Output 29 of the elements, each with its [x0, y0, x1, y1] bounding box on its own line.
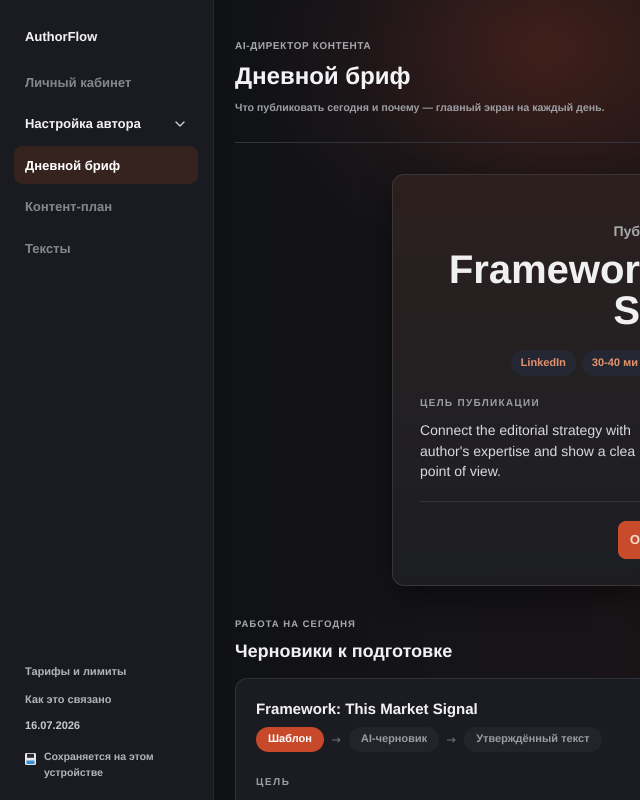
nav-item[interactable]: Тексты	[14, 229, 198, 267]
page-subtitle: Что публиковать сегодня и почему — главный экран на каждый день.	[235, 102, 605, 115]
brief-title: Framewor S	[448, 250, 640, 332]
stage-step: Утверждённый текст	[464, 727, 602, 752]
brand-name: AuthorFlow	[25, 29, 98, 45]
footer-link[interactable]: Тарифы и лимиты	[25, 665, 126, 679]
goal-label: ЦЕЛЬ	[256, 777, 291, 789]
date-text: 16.07.2026	[25, 719, 80, 733]
arrow-right-icon	[447, 736, 456, 742]
page-title: Дневной бриф	[235, 63, 411, 91]
section-eyebrow: РАБОТА НА СЕГОДНЯ	[235, 619, 356, 631]
stage-step: Шаблон	[256, 727, 324, 752]
section-title: Черновики к подготовке	[235, 640, 452, 662]
footer-link[interactable]: Как это связано	[25, 693, 112, 707]
goal-text: Connect the editorial strategy with author's expertise and show a clea point of view.	[420, 421, 636, 481]
save-note: Сохраняется на этом устройстве	[44, 750, 155, 781]
nav-item[interactable]: Личный кабинет	[14, 63, 198, 101]
nav-item[interactable]: Настройка автора	[14, 104, 198, 142]
brief-tag: LinkedIn	[510, 350, 576, 376]
nav-item[interactable]: Контент-план	[14, 188, 198, 226]
goal-label: ЦЕЛЬ ПУБЛИКАЦИИ	[420, 398, 540, 410]
brief-eyebrow: Пуб	[614, 223, 640, 240]
draft-title: Framework: This Market Signal	[256, 700, 478, 719]
nav-item[interactable]: Дневной бриф	[14, 146, 198, 184]
action-button[interactable]: О	[618, 520, 640, 558]
brief-tag: 30-40 ми	[582, 350, 640, 376]
arrow-right-icon	[332, 736, 341, 742]
section-eyebrow: AI-ДИРЕКТОР КОНТЕНТА	[235, 41, 372, 53]
stage-step: AI-черновик	[348, 727, 440, 752]
